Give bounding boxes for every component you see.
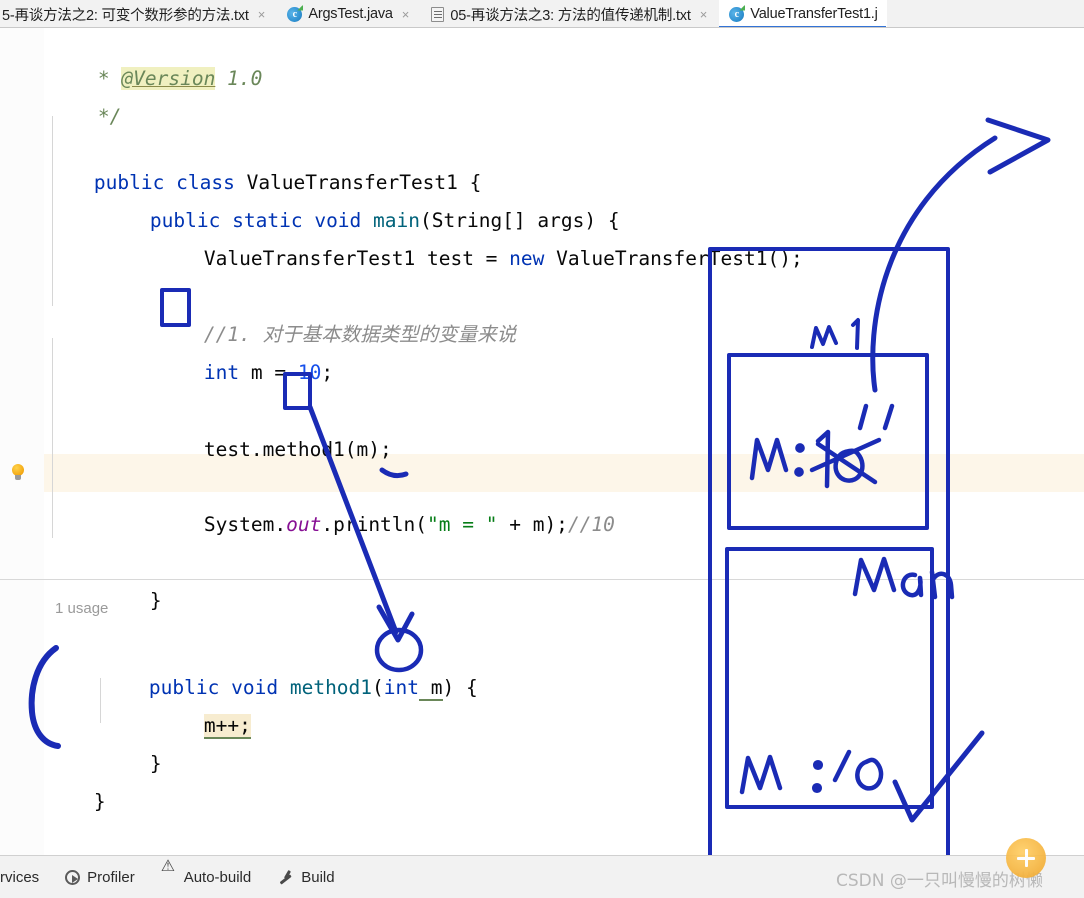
- string-literal: "m = ": [427, 513, 498, 536]
- doc-end: */: [97, 105, 122, 128]
- status-label: Profiler: [87, 868, 135, 886]
- literal-10: 10: [297, 361, 322, 384]
- warning-icon: [161, 856, 177, 885]
- code-line-class-decl: public class ValueTransferTest1 {: [0, 126, 1084, 194]
- add-floating-button[interactable]: [1006, 838, 1046, 878]
- profiler-icon: [65, 869, 81, 885]
- trailing-comment: //10: [567, 513, 615, 536]
- semicolon: ;: [321, 361, 334, 384]
- code-text[interactable]: * @Version 1.0 */ public class ValueTran…: [0, 28, 1084, 898]
- code-line-close-main: }: [56, 544, 1084, 612]
- code-line-close-method1: }: [56, 707, 1084, 775]
- call-arg-m: m: [356, 438, 369, 461]
- kw-new: new: [509, 247, 545, 270]
- status-item-auto-build[interactable]: Auto-build: [161, 856, 252, 886]
- close-icon[interactable]: ×: [255, 8, 269, 21]
- code-line-main-decl: public static void main(String[] args) {: [56, 164, 1084, 232]
- code-editor[interactable]: 1 usage * @Version 1.0 */ public class V…: [0, 28, 1084, 856]
- field-out: out: [286, 513, 322, 536]
- call-suffix: );: [368, 438, 392, 461]
- code-line-comment-1: //1. 对于基本数据类型的变量来说: [110, 278, 1084, 346]
- status-item-services[interactable]: rvices: [0, 869, 39, 886]
- var-decl: ValueTransferTest1 test =: [203, 247, 510, 270]
- status-label: Build: [301, 868, 335, 886]
- code-line-javadoc-end: */: [4, 60, 1084, 128]
- call-prefix: test.method1(: [203, 438, 357, 461]
- tab-label: ArgsTest.java: [308, 6, 393, 22]
- code-line-method1-call: test.method1(m);: [110, 393, 1084, 461]
- status-label: rvices: [0, 868, 40, 886]
- java-file-icon: [729, 6, 745, 22]
- ide-window: 5-再谈方法之2: 可变个数形参的方法.txt × ArgsTest.java …: [0, 0, 1084, 898]
- fn-println: println: [333, 513, 416, 536]
- sys-prefix: System.: [203, 513, 287, 536]
- close-icon[interactable]: ×: [399, 8, 413, 21]
- txt-file-icon: [431, 6, 445, 22]
- status-item-build[interactable]: Build: [277, 869, 334, 886]
- tab-label: ValueTransferTest1.j: [750, 6, 878, 22]
- brace-close: }: [149, 589, 162, 612]
- assign-op: =: [262, 361, 298, 384]
- paren-open: (: [415, 513, 428, 536]
- java-file-icon: [287, 6, 303, 22]
- ctor-call: ValueTransferTest1();: [544, 247, 803, 270]
- kw-int: int: [203, 361, 240, 384]
- var-m: m: [250, 361, 263, 384]
- code-line-method1-decl: public void method1(int m) {: [55, 631, 1084, 701]
- brace-close: }: [93, 790, 106, 813]
- code-line-close-class: }: [0, 745, 1084, 813]
- status-label: Auto-build: [183, 868, 252, 886]
- status-item-profiler[interactable]: Profiler: [65, 869, 135, 886]
- dot: .: [321, 513, 334, 536]
- code-line-int-m: int m = 10;: [110, 316, 1084, 384]
- code-line-println: System.out.println("m = " + m);//10: [110, 468, 1084, 536]
- close-icon[interactable]: ×: [697, 8, 711, 21]
- concat-m: + m);: [497, 513, 568, 536]
- code-line-increment: m++;: [110, 669, 1084, 739]
- hammer-icon: [277, 869, 294, 886]
- code-line-new-instance: ValueTransferTest1 test = new ValueTrans…: [110, 202, 1084, 270]
- code-line-javadoc-version: * @Version 1.0: [4, 22, 1084, 90]
